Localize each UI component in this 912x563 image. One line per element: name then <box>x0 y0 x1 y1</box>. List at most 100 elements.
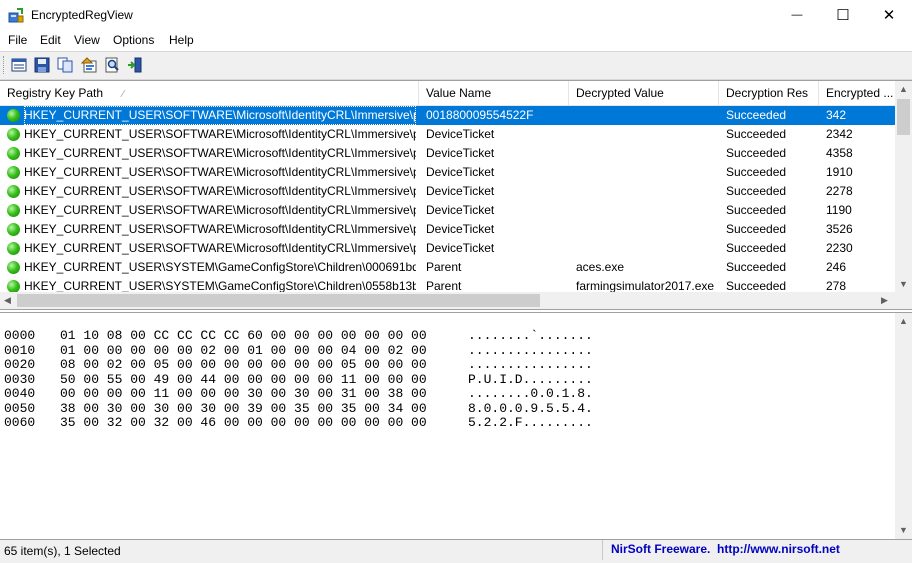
table-row[interactable]: HKEY_CURRENT_USER\SOFTWARE\Microsoft\Ide… <box>0 144 895 163</box>
hex-dump-pane[interactable]: 0000 01 10 08 00 CC CC CC CC 60 00 00 00 … <box>0 312 912 540</box>
table-row[interactable]: HKEY_CURRENT_USER\SOFTWARE\Microsoft\Ide… <box>0 125 895 144</box>
find-button[interactable] <box>103 56 121 74</box>
title-bar: EncryptedRegView — ☐ ✕ <box>0 0 912 30</box>
hex-offset: 0010 <box>4 342 36 358</box>
copy-button[interactable] <box>56 56 74 74</box>
status-green-icon <box>7 185 20 198</box>
exit-icon <box>128 57 142 73</box>
save-button[interactable] <box>33 56 51 74</box>
column-registry-key-path[interactable]: Registry Key Path ⁄ <box>0 81 419 105</box>
scroll-down-icon[interactable]: ▼ <box>899 279 908 289</box>
table-cell <box>576 163 721 182</box>
hex-bytes: 38 00 30 00 30 00 30 00 39 00 35 00 35 0… <box>60 400 427 416</box>
registry-list[interactable]: Registry Key Path ⁄ Value Name Decrypted… <box>0 80 912 310</box>
hex-bytes: 01 00 00 00 00 00 02 00 01 00 00 00 04 0… <box>60 342 427 358</box>
menu-file[interactable]: File <box>8 33 27 47</box>
status-green-icon <box>7 166 20 179</box>
table-row[interactable]: HKEY_CURRENT_USER\SYSTEM\GameConfigStore… <box>0 258 895 277</box>
status-green-icon <box>7 223 20 236</box>
table-cell <box>576 220 721 239</box>
table-cell: HKEY_CURRENT_USER\SOFTWARE\Microsoft\Ide… <box>24 127 416 141</box>
scroll-up-icon[interactable]: ▲ <box>899 316 908 326</box>
column-decryption-result[interactable]: Decryption Res <box>719 81 819 105</box>
table-cell: Succeeded <box>726 222 787 236</box>
find-icon <box>105 57 119 73</box>
list-vertical-scrollbar[interactable]: ▲ ▼ <box>895 81 912 292</box>
table-cell: HKEY_CURRENT_USER\SYSTEM\GameConfigStore… <box>24 260 416 274</box>
column-encrypted-size[interactable]: Encrypted ... <box>819 81 895 105</box>
status-green-icon <box>7 280 20 292</box>
table-cell: HKEY_CURRENT_USER\SOFTWARE\Microsoft\Ide… <box>24 222 416 236</box>
table-cell <box>576 239 721 258</box>
table-cell: Succeeded <box>726 165 787 179</box>
table-cell: 2278 <box>826 184 853 198</box>
hex-offset: 0030 <box>4 371 36 387</box>
horizontal-scroll-thumb[interactable] <box>17 294 540 307</box>
table-cell: 1910 <box>826 165 853 179</box>
nirsoft-link[interactable]: NirSoft Freeware. http://www.nirsoft.net <box>611 542 840 556</box>
table-row[interactable]: HKEY_CURRENT_USER\SOFTWARE\Microsoft\Ide… <box>0 106 895 125</box>
table-row[interactable]: HKEY_CURRENT_USER\SYSTEM\GameConfigStore… <box>0 277 895 292</box>
table-cell: 001880009554522F <box>426 108 534 122</box>
table-cell: Succeeded <box>726 260 787 274</box>
table-cell: DeviceTicket <box>426 203 495 217</box>
toolbar-grip[interactable] <box>3 56 7 74</box>
hex-bytes: 00 00 00 00 11 00 00 00 30 00 30 00 31 0… <box>60 386 427 401</box>
minimize-icon: — <box>791 9 803 21</box>
hex-ascii: ........0.0.1.8. <box>468 386 593 401</box>
menu-edit[interactable]: Edit <box>40 33 61 47</box>
table-row[interactable]: HKEY_CURRENT_USER\SOFTWARE\Microsoft\Ide… <box>0 239 895 258</box>
hex-vertical-scrollbar[interactable]: ▲ ▼ <box>895 313 912 539</box>
close-button[interactable]: ✕ <box>866 0 912 30</box>
table-cell: 342 <box>826 108 847 122</box>
hex-offset: 0060 <box>4 415 36 430</box>
table-row[interactable]: HKEY_CURRENT_USER\SOFTWARE\Microsoft\Ide… <box>0 220 895 239</box>
hex-bytes: 50 00 55 00 49 00 44 00 00 00 00 00 11 0… <box>60 371 427 387</box>
vertical-scroll-thumb[interactable] <box>897 99 910 135</box>
menu-options[interactable]: Options <box>113 33 154 47</box>
table-cell: Succeeded <box>726 108 787 122</box>
list-rows: HKEY_CURRENT_USER\SOFTWARE\Microsoft\Ide… <box>0 106 895 292</box>
menu-help[interactable]: Help <box>169 33 194 47</box>
table-cell: 3526 <box>826 222 853 236</box>
table-cell: Succeeded <box>726 184 787 198</box>
exit-button[interactable] <box>126 56 144 74</box>
hex-ascii: 5.2.2.F......... <box>468 415 593 430</box>
status-green-icon <box>7 242 20 255</box>
scroll-right-icon[interactable]: ▶ <box>881 295 888 306</box>
scroll-up-icon[interactable]: ▲ <box>899 84 908 94</box>
hex-ascii: 8.0.0.0.9.5.5.4. <box>468 400 593 416</box>
save-icon <box>34 57 50 73</box>
html-report-button[interactable] <box>80 56 98 74</box>
status-green-icon <box>7 204 20 217</box>
hex-ascii: P.U.I.D......... <box>468 371 593 387</box>
maximize-button[interactable]: ☐ <box>820 0 866 30</box>
table-row[interactable]: HKEY_CURRENT_USER\SOFTWARE\Microsoft\Ide… <box>0 182 895 201</box>
table-cell: 1190 <box>826 203 852 217</box>
table-cell: 4358 <box>826 146 853 160</box>
scroll-left-icon[interactable]: ◀ <box>4 295 11 306</box>
table-cell: DeviceTicket <box>426 165 495 179</box>
table-cell: DeviceTicket <box>426 146 495 160</box>
close-icon: ✕ <box>882 7 896 24</box>
table-cell: HKEY_CURRENT_USER\SOFTWARE\Microsoft\Ide… <box>24 146 416 160</box>
table-cell: Succeeded <box>726 146 787 160</box>
scroll-down-icon[interactable]: ▼ <box>899 525 908 535</box>
table-row[interactable]: HKEY_CURRENT_USER\SOFTWARE\Microsoft\Ide… <box>0 163 895 182</box>
minimize-button[interactable]: — <box>774 0 820 30</box>
properties-icon <box>11 58 27 72</box>
menu-view[interactable]: View <box>74 33 100 47</box>
hex-ascii: ................ <box>468 342 593 358</box>
table-row[interactable]: HKEY_CURRENT_USER\SOFTWARE\Microsoft\Ide… <box>0 201 895 220</box>
table-cell: HKEY_CURRENT_USER\SOFTWARE\Microsoft\Ide… <box>24 241 416 255</box>
table-cell: Succeeded <box>726 203 787 217</box>
column-label: Decrypted Value <box>576 86 664 100</box>
table-cell <box>576 144 721 163</box>
status-green-icon <box>7 147 20 160</box>
hex-offset: 0050 <box>4 400 36 416</box>
table-cell: Parent <box>426 260 462 274</box>
column-value-name[interactable]: Value Name <box>419 81 569 105</box>
column-decrypted-value[interactable]: Decrypted Value <box>569 81 719 105</box>
list-horizontal-scrollbar[interactable]: ◀ ▶ <box>0 292 895 309</box>
properties-button[interactable] <box>10 56 28 74</box>
